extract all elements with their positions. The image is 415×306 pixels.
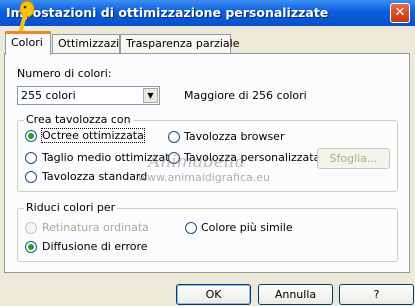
radio-taglio-medio[interactable]	[25, 152, 37, 164]
dialog-title: Impostazioni di ottimizzazione personali…	[6, 5, 329, 20]
radio-retinatura-ordinata[interactable]	[25, 222, 37, 234]
browse-button[interactable]: Sfoglia...	[317, 148, 390, 169]
title-bar[interactable]: Impostazioni di ottimizzazione personali…	[0, 0, 415, 26]
radio-label-tavolozza-standard[interactable]: Tavolozza standard	[42, 170, 147, 183]
radio-tavolozza-standard[interactable]	[25, 171, 37, 183]
tab-trasparenza-parziale[interactable]: Trasparenza parziale	[120, 34, 240, 53]
tab-ottimizzazioni[interactable]: Ottimizzazioni	[52, 34, 136, 53]
radio-tavolozza-browser[interactable]	[168, 131, 180, 143]
cancel-button[interactable]: Annulla	[258, 284, 333, 305]
tab-label: Colori	[11, 36, 43, 49]
palette-group-title: Crea tavolozza con	[24, 113, 133, 126]
tab-colori[interactable]: Colori	[5, 31, 51, 55]
radio-label-tavolozza-browser[interactable]: Tavolozza browser	[184, 130, 284, 143]
colors-note: Maggiore di 256 colori	[184, 89, 307, 102]
colors-count-label: Numero di colori:	[17, 67, 112, 80]
dialog-window: Impostazioni di ottimizzazione personali…	[0, 0, 415, 306]
radio-label-colore-piu-simile[interactable]: Colore più simile	[201, 221, 293, 234]
tab-label: Trasparenza parziale	[126, 37, 240, 50]
watermark-url: www.animaidigrafica.eu	[138, 171, 270, 184]
radio-octree-ottimizzata[interactable]	[25, 130, 37, 142]
radio-label-octree-ottimizzata[interactable]: Octree ottimizzata	[41, 128, 145, 143]
close-button[interactable]: ✕	[390, 3, 410, 23]
colors-count-value: 255 colori	[21, 89, 76, 102]
radio-colore-piu-simile[interactable]	[185, 222, 197, 234]
colors-count-select[interactable]: 255 colori ▼	[17, 86, 160, 105]
mascot-icon	[19, 0, 35, 32]
reduce-group-title: Riduci colori per	[24, 201, 118, 214]
radio-label-retinatura-ordinata[interactable]: Retinatura ordinata	[42, 221, 149, 234]
watermark-signature: Animabella	[148, 152, 245, 172]
radio-label-diffusione-errore[interactable]: Diffusione di errore	[42, 240, 148, 253]
radio-diffusione-errore[interactable]	[25, 241, 37, 253]
ok-button[interactable]: OK	[176, 284, 251, 305]
reduce-colors-groupbox: Riduci colori per	[17, 201, 398, 262]
chevron-down-icon[interactable]: ▼	[143, 88, 158, 103]
help-button[interactable]: ?	[339, 284, 414, 305]
